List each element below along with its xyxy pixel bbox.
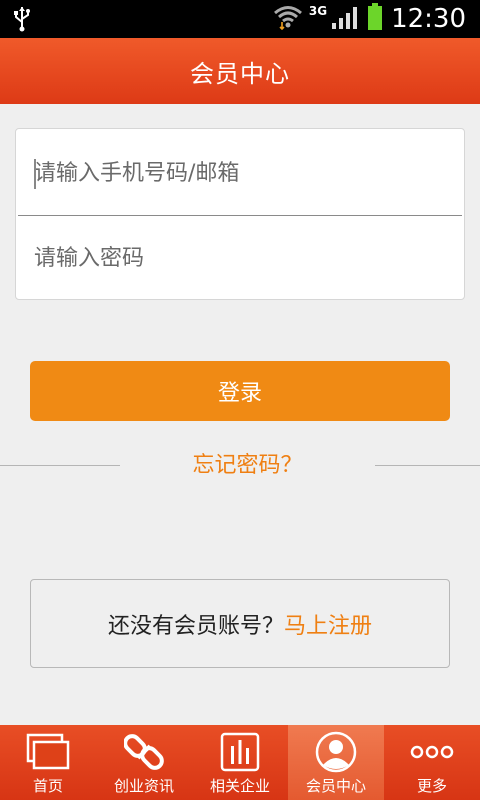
account-input[interactable]: [16, 131, 464, 216]
password-input[interactable]: [16, 216, 464, 301]
usb-icon: [12, 6, 32, 36]
bottom-nav: 首页 创业资讯 相关企业 会员中心 更多: [0, 725, 480, 800]
login-form: [15, 128, 465, 301]
nav-label: 首页: [32, 777, 63, 795]
nav-item-member-center[interactable]: 会员中心: [288, 725, 384, 800]
divider-right: [375, 465, 480, 466]
divider-left: [0, 465, 120, 466]
nav-label: 会员中心: [305, 777, 366, 795]
clock: 12:30: [391, 4, 466, 34]
nav-label: 相关企业: [209, 777, 270, 795]
nav-item-home[interactable]: 首页: [0, 725, 96, 800]
nav-item-more[interactable]: 更多: [384, 725, 480, 800]
nav-label: 创业资讯: [113, 777, 174, 795]
app-header: 会员中心: [0, 38, 480, 104]
register-box: 还没有会员账号？ 马上注册: [30, 579, 450, 668]
login-button[interactable]: 登录: [30, 361, 450, 421]
network-type-label: 3G: [308, 4, 328, 18]
register-link[interactable]: 马上注册: [284, 608, 372, 640]
text-cursor: [34, 159, 36, 189]
home-icon: [26, 731, 70, 773]
nav-label: 更多: [416, 777, 447, 795]
link-icon: [124, 731, 164, 773]
signal-icon: [331, 4, 361, 34]
battery-icon: [367, 3, 383, 35]
more-icon: [410, 731, 454, 773]
account-field-container: [16, 131, 464, 216]
page-title: 会员中心: [190, 59, 290, 88]
nav-item-companies[interactable]: 相关企业: [192, 725, 288, 800]
status-bar: 3G 12:30: [0, 0, 480, 38]
bar-chart-icon: [220, 731, 260, 773]
nav-item-news[interactable]: 创业资讯: [96, 725, 192, 800]
register-prompt: 还没有会员账号？: [107, 613, 284, 639]
wifi-icon: [273, 4, 303, 34]
password-field-container: [16, 216, 464, 301]
user-icon: [315, 731, 357, 773]
forgot-password-link[interactable]: 忘记密码？: [120, 450, 375, 482]
